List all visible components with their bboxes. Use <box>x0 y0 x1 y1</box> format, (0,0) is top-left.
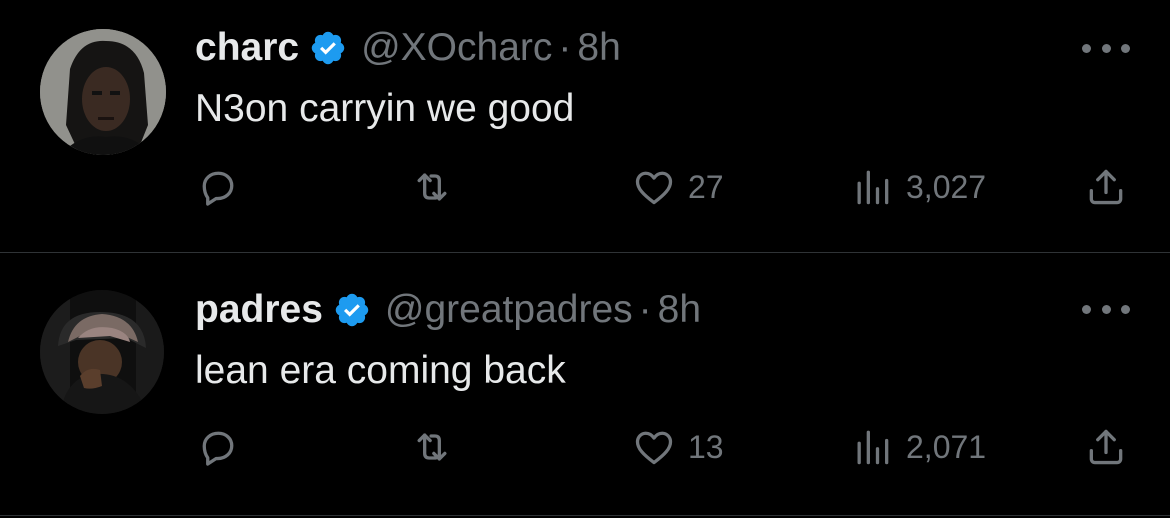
views-button[interactable]: 3,027 <box>850 164 986 210</box>
tweet-feed: charc @XOcharc · 8h N3on carryin we good <box>0 0 1170 518</box>
share-button[interactable] <box>1084 164 1128 210</box>
reply-button[interactable] <box>196 424 252 470</box>
separator-dot: · <box>638 288 652 331</box>
tweet[interactable]: padres @greatpadres · 8h lean era coming… <box>0 254 1170 516</box>
share-icon <box>1089 169 1123 205</box>
avatar-photo <box>40 290 164 414</box>
retweet-icon <box>417 173 447 201</box>
avatar-photo <box>40 29 166 155</box>
tweet-text: lean era coming back <box>195 349 566 392</box>
user-handle[interactable]: @greatpadres <box>385 287 633 333</box>
like-button[interactable]: 13 <box>632 424 724 470</box>
view-count: 3,027 <box>906 168 987 205</box>
timestamp[interactable]: 8h <box>658 287 701 333</box>
avatar[interactable] <box>40 290 164 414</box>
share-icon <box>1089 429 1123 465</box>
like-count: 27 <box>688 168 724 205</box>
views-chart-icon <box>857 170 889 205</box>
separator-dot: · <box>558 26 572 69</box>
avatar[interactable] <box>40 29 166 155</box>
views-chart-icon <box>857 430 889 465</box>
share-button[interactable] <box>1084 424 1128 470</box>
reply-icon <box>202 431 234 466</box>
retweet-icon <box>417 433 447 461</box>
action-bar: 27 3,027 <box>0 164 1170 210</box>
more-options-icon[interactable] <box>1082 38 1130 58</box>
retweet-button[interactable] <box>410 424 466 470</box>
tweet-header: padres @greatpadres · 8h <box>195 287 701 333</box>
retweet-button[interactable] <box>410 164 466 210</box>
heart-icon <box>635 431 673 465</box>
display-name[interactable]: charc <box>195 25 299 71</box>
verified-badge-icon <box>311 31 345 65</box>
display-name[interactable]: padres <box>195 287 323 333</box>
views-button[interactable]: 2,071 <box>850 424 986 470</box>
user-handle[interactable]: @XOcharc <box>361 25 552 71</box>
reply-icon <box>202 171 234 206</box>
tweet-text: N3on carryin we good <box>195 87 575 130</box>
tweet-header: charc @XOcharc · 8h <box>195 25 621 71</box>
more-options-icon[interactable] <box>1082 299 1130 319</box>
timestamp[interactable]: 8h <box>577 25 620 71</box>
reply-button[interactable] <box>196 164 252 210</box>
tweet[interactable]: charc @XOcharc · 8h N3on carryin we good <box>0 0 1170 253</box>
verified-badge-icon <box>335 293 369 327</box>
action-bar: 13 2,071 <box>0 424 1170 470</box>
like-count: 13 <box>688 428 724 465</box>
view-count: 2,071 <box>906 428 987 465</box>
like-button[interactable]: 27 <box>632 164 724 210</box>
heart-icon <box>635 171 673 205</box>
